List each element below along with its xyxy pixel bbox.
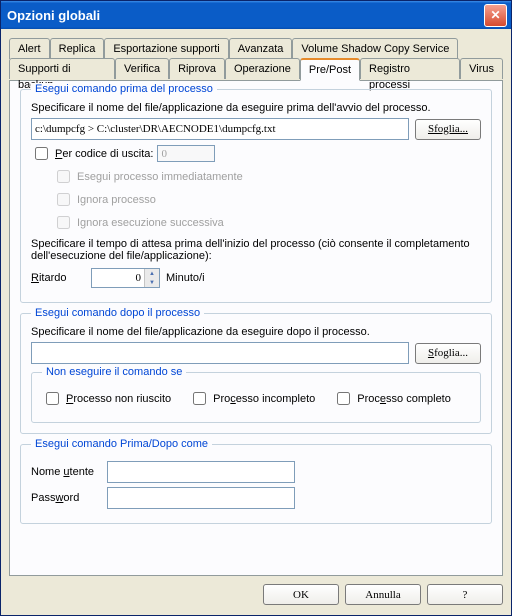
tab-verifica[interactable]: Verifica xyxy=(115,58,169,79)
tab-strip: Alert Replica Esportazione supporti Avan… xyxy=(9,37,503,80)
tab-operazione[interactable]: Operazione xyxy=(225,58,300,79)
opt-immediate-checkbox xyxy=(57,170,70,183)
opt-ignore-process-label: Ignora processo xyxy=(77,194,156,206)
tab-row-2: Supporti di backup Verifica Riprova Oper… xyxy=(9,57,503,80)
tab-supporti[interactable]: Supporti di backup xyxy=(9,58,115,79)
chk-failed[interactable] xyxy=(46,392,59,405)
tab-esportazione[interactable]: Esportazione supporti xyxy=(104,38,228,59)
group-after: Esegui comando dopo il processo Specific… xyxy=(20,313,492,434)
tab-alert[interactable]: Alert xyxy=(9,38,50,59)
chevron-down-icon[interactable]: ▼ xyxy=(144,278,159,287)
opt-ignore-process-checkbox xyxy=(57,193,70,206)
tab-prepost[interactable]: Pre/Post xyxy=(300,58,360,81)
exit-code-label: Per codice di uscita: xyxy=(55,148,153,160)
dialog-window: Opzioni globali ✕ Alert Replica Esportaz… xyxy=(0,0,512,616)
opt-ignore-next-label: Ignora esecuzione successiva xyxy=(77,217,224,229)
password-label: Password xyxy=(31,492,101,504)
tab-registro[interactable]: Registro processi xyxy=(360,58,460,79)
chk-complete-label: Processo completo xyxy=(357,393,451,405)
ok-button[interactable]: OK xyxy=(263,584,339,605)
tab-riprova[interactable]: Riprova xyxy=(169,58,225,79)
chk-incomplete-label: Processo incompleto xyxy=(213,393,315,405)
delay-label: Ritardo xyxy=(31,272,85,284)
tab-panel: Esegui comando prima del processo Specif… xyxy=(9,80,503,576)
chk-incomplete[interactable] xyxy=(193,392,206,405)
group-runas: Esegui comando Prima/Dopo come Nome uten… xyxy=(20,444,492,524)
cancel-button[interactable]: Annulla xyxy=(345,584,421,605)
client-area: Alert Replica Esportazione supporti Avan… xyxy=(1,29,511,615)
before-desc: Specificare il nome del file/applicazion… xyxy=(31,102,481,114)
after-path-input[interactable] xyxy=(31,342,409,364)
delay-unit: Minuto/i xyxy=(166,272,205,284)
group-before-legend: Esegui comando prima del processo xyxy=(31,83,217,95)
password-input[interactable] xyxy=(107,487,295,509)
help-button[interactable]: ? xyxy=(427,584,503,605)
exit-code-input xyxy=(157,145,215,162)
tab-row-1: Alert Replica Esportazione supporti Avan… xyxy=(9,37,503,57)
close-button[interactable]: ✕ xyxy=(484,4,507,27)
chk-failed-label: Processo non riuscito xyxy=(66,393,171,405)
username-input[interactable] xyxy=(107,461,295,483)
tab-replica[interactable]: Replica xyxy=(50,38,105,59)
titlebar[interactable]: Opzioni globali ✕ xyxy=(1,1,511,29)
group-skip-legend: Non eseguire il comando se xyxy=(42,366,186,378)
username-label: Nome utente xyxy=(31,466,101,478)
chevron-up-icon[interactable]: ▲ xyxy=(144,269,159,278)
opt-ignore-next-checkbox xyxy=(57,216,70,229)
group-after-legend: Esegui comando dopo il processo xyxy=(31,307,204,319)
delay-desc: Specificare il tempo di attesa prima del… xyxy=(31,238,481,262)
opt-immediate-label: Esegui processo immediatamente xyxy=(77,171,243,183)
delay-spinner[interactable]: ▲▼ xyxy=(91,268,160,288)
delay-input[interactable] xyxy=(92,269,144,287)
after-desc: Specificare il nome del file/applicazion… xyxy=(31,326,481,338)
group-runas-legend: Esegui comando Prima/Dopo come xyxy=(31,438,212,450)
before-browse-button[interactable]: Sfoglia... xyxy=(415,119,481,140)
before-path-input[interactable] xyxy=(31,118,409,140)
after-browse-button[interactable]: Sfoglia... xyxy=(415,343,481,364)
window-title: Opzioni globali xyxy=(7,8,484,23)
spinner-buttons[interactable]: ▲▼ xyxy=(144,269,159,287)
group-before: Esegui comando prima del processo Specif… xyxy=(20,89,492,303)
tab-avanzata[interactable]: Avanzata xyxy=(229,38,293,59)
dialog-buttons: OK Annulla ? xyxy=(9,576,503,605)
chk-complete[interactable] xyxy=(337,392,350,405)
tab-vss[interactable]: Volume Shadow Copy Service xyxy=(292,38,458,59)
tab-virus[interactable]: Virus xyxy=(460,58,503,79)
group-skip: Non eseguire il comando se Processo non … xyxy=(31,372,481,423)
close-icon: ✕ xyxy=(490,8,500,22)
exit-code-checkbox[interactable] xyxy=(35,147,48,160)
